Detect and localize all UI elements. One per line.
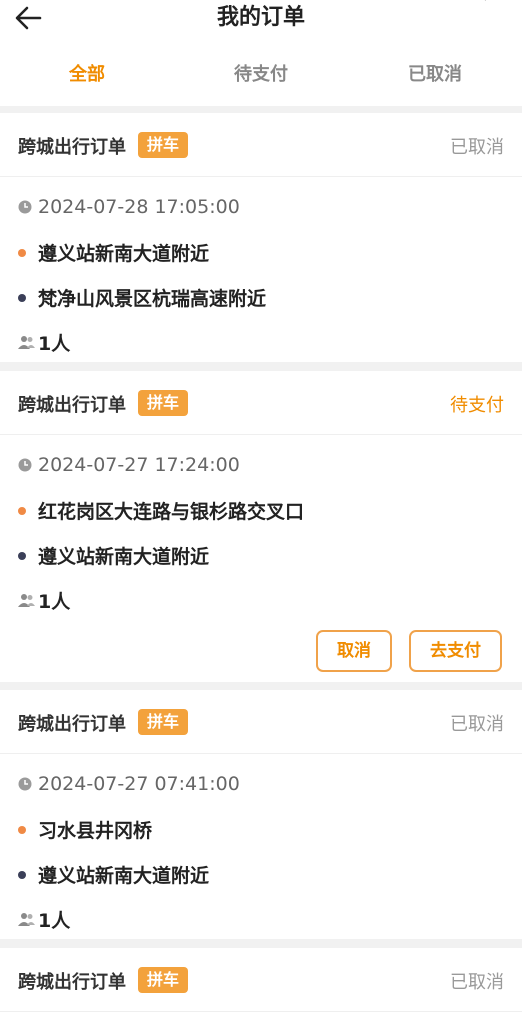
more-icon[interactable] [452, 0, 492, 4]
start-dot-icon [18, 825, 26, 834]
top-bar: 我的订单 [0, 0, 522, 44]
order-type: 跨城出行订单 [18, 137, 126, 158]
order-card-header: 跨城出行订单 拼车 待支付 [0, 371, 522, 435]
start-dot-icon [18, 248, 26, 257]
cancel-order-button[interactable]: 取消 [316, 630, 392, 672]
order-card-header: 跨城出行订单 拼车 已取消 [0, 113, 522, 177]
start-row: 习水县井冈桥 [18, 816, 152, 843]
end-row: 遵义站新南大道附近 [18, 542, 209, 569]
status-label: 已取消 [450, 137, 504, 158]
start-row: 遵义站新南大道附近 [18, 239, 209, 266]
passenger-count: 1人 [38, 591, 71, 613]
carpool-tag: 拼车 [138, 967, 189, 993]
start-location: 遵义站新南大道附近 [38, 243, 210, 265]
people-row: 1人 [18, 587, 70, 614]
order-time-row: 2024-07-27 07:41:00 [18, 773, 240, 795]
order-time: 2024-07-27 17:24:00 [38, 454, 240, 476]
pay-button[interactable]: 去支付 [409, 630, 502, 672]
order-card[interactable]: 跨城出行订单 拼车 待支付 2024-07-27 17:24:00 红花岗区大连… [0, 371, 522, 682]
order-time-row: 2024-07-27 17:24:00 [18, 454, 240, 476]
clock-icon [18, 200, 32, 214]
order-time-row: 2024-07-28 17:05:00 [18, 196, 240, 218]
order-card[interactable]: 跨城出行订单 拼车 已取消 2024-07-27 07:41:00 习水县井冈桥… [0, 690, 522, 939]
order-card[interactable]: 跨城出行订单 拼车 已取消 2024-07-28 17:05:00 遵义站新南大… [0, 113, 522, 362]
tab-pending-payment[interactable]: 待支付 [174, 44, 348, 106]
tab-cancelled[interactable]: 已取消 [348, 44, 522, 106]
passenger-count: 1人 [38, 333, 71, 355]
end-location: 梵净山风景区杭瑞高速附近 [38, 288, 267, 310]
carpool-tag: 拼车 [138, 709, 189, 735]
start-row: 红花岗区大连路与银杉路交叉口 [18, 497, 304, 524]
clock-icon [18, 458, 32, 472]
carpool-tag: 拼车 [138, 390, 189, 416]
end-dot-icon [18, 870, 26, 879]
tab-all[interactable]: 全部 [0, 44, 174, 106]
status-label: 待支付 [450, 395, 504, 416]
end-dot-icon [18, 293, 26, 302]
order-type: 跨城出行订单 [18, 972, 126, 993]
page-title: 我的订单 [216, 5, 305, 30]
order-tabs: 全部 待支付 已取消 [0, 44, 522, 106]
order-card[interactable]: 跨城出行订单 拼车 已取消 [0, 948, 522, 1024]
end-location: 遵义站新南大道附近 [38, 546, 210, 568]
people-icon [18, 593, 35, 607]
order-time: 2024-07-27 07:41:00 [38, 773, 240, 795]
passenger-count: 1人 [38, 910, 71, 932]
clock-icon [18, 777, 32, 791]
end-location: 遵义站新南大道附近 [38, 865, 210, 887]
start-location: 习水县井冈桥 [38, 820, 153, 842]
status-label: 已取消 [450, 714, 504, 735]
status-label: 已取消 [450, 972, 504, 993]
carpool-tag: 拼车 [138, 132, 189, 158]
people-icon [18, 912, 35, 926]
people-icon [18, 335, 35, 349]
end-row: 梵净山风景区杭瑞高速附近 [18, 284, 266, 311]
order-type: 跨城出行订单 [18, 395, 126, 416]
start-location: 红花岗区大连路与银杉路交叉口 [38, 501, 305, 523]
end-dot-icon [18, 551, 26, 560]
start-dot-icon [18, 506, 26, 515]
order-time: 2024-07-28 17:05:00 [38, 196, 240, 218]
order-card-header: 跨城出行订单 拼车 已取消 [0, 690, 522, 754]
people-row: 1人 [18, 906, 70, 933]
end-row: 遵义站新南大道附近 [18, 861, 209, 888]
order-type: 跨城出行订单 [18, 714, 126, 735]
people-row: 1人 [18, 329, 70, 356]
order-card-header: 跨城出行订单 拼车 已取消 [0, 948, 522, 1012]
